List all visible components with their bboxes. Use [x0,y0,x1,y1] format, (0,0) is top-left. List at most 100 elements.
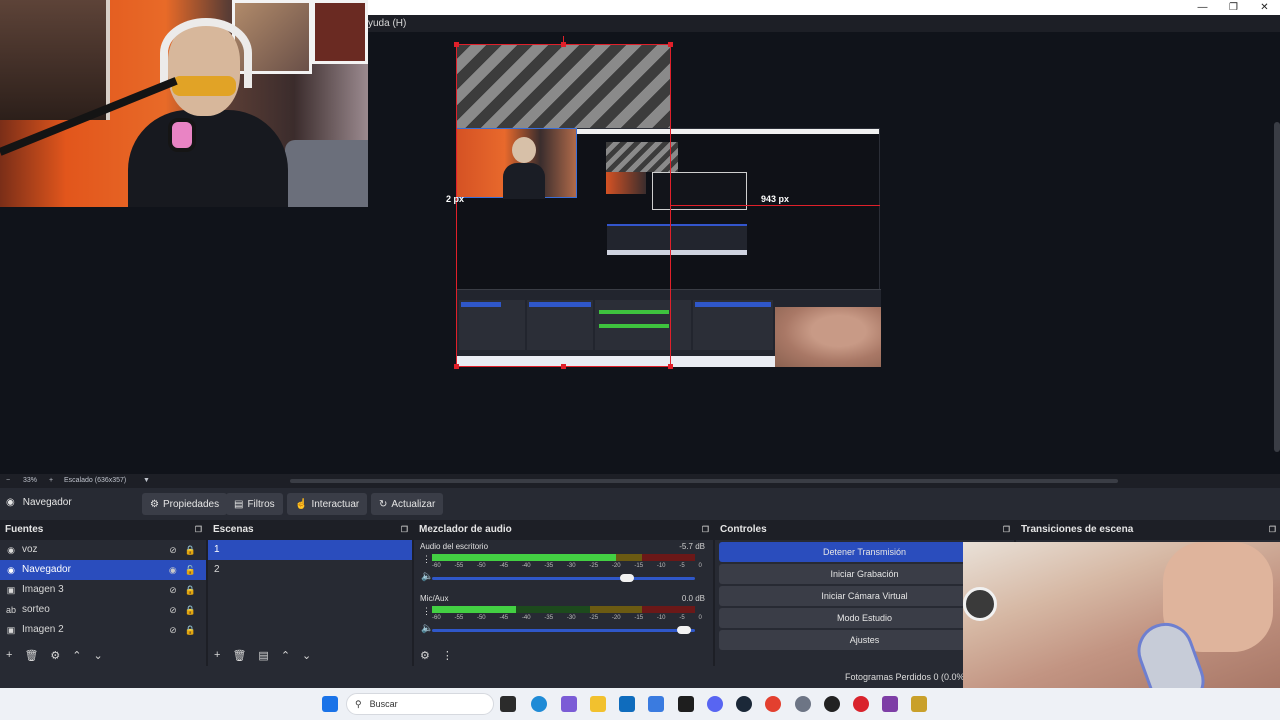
app-purple-icon[interactable] [882,696,898,712]
steam-icon[interactable] [736,696,752,712]
lock-icon[interactable]: 🔒 [185,620,196,640]
dock-float-icon[interactable]: ❐ [1269,520,1276,540]
search-icon: ⚲ [355,698,362,709]
menu-help[interactable]: yuda (H) [368,18,406,29]
meter-tick-label: 0 [698,563,702,569]
source-item[interactable]: ab sorteo ⊘ 🔒 [0,600,206,620]
app-gold-icon[interactable] [911,696,927,712]
channel-menu-icon[interactable]: ⋮ [422,606,431,617]
mixer-channel-desktop: Audio del escritorio -5.7 dB ⋮ -60 -55 -50… [414,540,713,592]
hidden-eye-icon[interactable]: ⊘ [169,540,177,560]
meter-tick-label: -50 [476,563,486,569]
scale-dropdown-icon[interactable]: ▼ [143,477,150,484]
filters-button[interactable]: ▤ Filtros [226,493,283,515]
zoom-out-icon[interactable]: − [6,477,10,484]
meter-tick-label: -5 [679,615,685,621]
edge-icon[interactable] [531,696,547,712]
scene-item[interactable]: 1 [208,540,412,560]
windows-start-icon[interactable] [322,696,338,712]
interact-button[interactable]: ☝ Interactuar [287,493,368,515]
settings-icon[interactable] [795,696,811,712]
obs-icon[interactable] [824,696,840,712]
source-item[interactable]: ◉ Navegador ◉ 🔓 [0,560,206,580]
source-item[interactable]: ◉ voz ⊘ 🔒 [0,540,206,560]
hidden-eye-icon[interactable]: ⊘ [169,580,177,600]
store-icon[interactable] [619,696,635,712]
properties-button[interactable]: ⚙ Propiedades [142,493,228,515]
meter-tick-label: -55 [454,563,464,569]
task-view-icon[interactable] [500,696,516,712]
trash-icon[interactable]: 🗑 [24,649,38,662]
meter-tick-label: -15 [634,563,644,569]
scene-canvas[interactable]: 2 px 943 px [446,36,881,369]
browser-source-placeholder[interactable] [456,44,671,128]
right-distance-label: 943 px [761,194,790,204]
channel-db: 0.0 dB [681,594,705,603]
volume-meter [432,606,695,613]
eye-icon[interactable]: ◉ [169,560,177,580]
hidden-eye-icon[interactable]: ⊘ [169,600,177,620]
dock-float-icon[interactable]: ❐ [1003,520,1010,540]
hidden-eye-icon[interactable]: ⊘ [169,620,177,640]
minimize-icon[interactable]: — [1187,0,1218,15]
move-up-icon[interactable]: ⌃ [281,649,290,662]
lock-icon[interactable]: 🔒 [185,580,196,600]
volume-knob[interactable] [677,626,692,634]
trash-icon[interactable]: 🗑 [232,649,246,662]
zoom-in-icon[interactable]: + [49,477,53,484]
dock-float-icon[interactable]: ❐ [195,520,202,540]
meter-tick-label: -30 [566,615,576,621]
mixer-title: Mezclador de audio [419,524,512,535]
channel-menu-icon[interactable]: ⋮ [422,554,431,565]
notes-icon[interactable] [678,696,694,712]
webcam-overlay [0,0,368,207]
restore-icon[interactable]: ❐ [1218,0,1249,15]
meter-tick-label: -20 [611,563,621,569]
dock-float-icon[interactable]: ❐ [702,520,709,540]
meter-tick-label: -40 [521,563,531,569]
horizontal-scrollbar[interactable] [290,479,1118,483]
file-explorer-icon[interactable] [590,696,606,712]
mail-icon[interactable] [648,696,664,712]
source-item[interactable]: ▣ Imagen 2 ⊘ 🔒 [0,620,206,640]
add-source-icon[interactable]: + [6,649,12,661]
lock-icon[interactable]: 🔒 [185,540,196,560]
lock-icon[interactable]: 🔒 [185,600,196,620]
discord-icon[interactable] [707,696,723,712]
scene-item[interactable]: 2 [208,560,412,580]
taskbar-search[interactable]: ⚲ Buscar [346,693,494,715]
meter-tick-label: -5 [679,563,685,569]
volume-knob[interactable] [619,574,634,582]
copilot-icon[interactable] [561,696,577,712]
vertical-scrollbar[interactable] [1274,122,1280,452]
mixer-settings-icon[interactable]: ⚙ [420,649,430,662]
meter-level [432,554,617,561]
mixer-channel-mic: Mic/Aux 0.0 dB ⋮ -60 -55 -50 -45 -40 -35 -30 -2… [414,592,713,644]
meter-tick-label: -20 [611,615,621,621]
move-up-icon[interactable]: ⌃ [72,649,81,662]
meter-tick-label: -45 [499,615,509,621]
app-red-icon[interactable] [853,696,869,712]
add-scene-icon[interactable]: + [214,649,220,661]
close-icon[interactable]: ✕ [1249,0,1280,15]
move-down-icon[interactable]: ⌄ [302,649,311,662]
scenes-title: Escenas [213,524,254,535]
filter-icon: ▤ [234,498,244,510]
mixer-menu-icon[interactable]: ⋮ [442,649,453,662]
filter-icon[interactable]: ▤ [258,649,268,662]
chrome-icon[interactable] [765,696,781,712]
meter-tick-label: -30 [566,563,576,569]
volume-slider[interactable] [432,626,695,634]
dock-float-icon[interactable]: ❐ [401,520,408,540]
menu-bar: yuda (H) [368,15,1280,32]
lock-icon[interactable]: 🔓 [185,560,196,580]
source-item[interactable]: ▣ Imagen 3 ⊘ 🔒 [0,580,206,600]
meter-tick-label: -45 [499,563,509,569]
meter-ticks: -60 -55 -50 -45 -40 -35 -30 -25 -20 -15 -10 -5 0 [432,615,702,621]
move-down-icon[interactable]: ⌄ [94,649,103,662]
refresh-button[interactable]: ↻ Actualizar [371,493,444,515]
gear-icon[interactable]: ⚙ [50,649,60,662]
meter-tick-label: -10 [656,615,666,621]
volume-slider[interactable] [432,574,695,582]
channel-db: -5.7 dB [679,542,705,551]
